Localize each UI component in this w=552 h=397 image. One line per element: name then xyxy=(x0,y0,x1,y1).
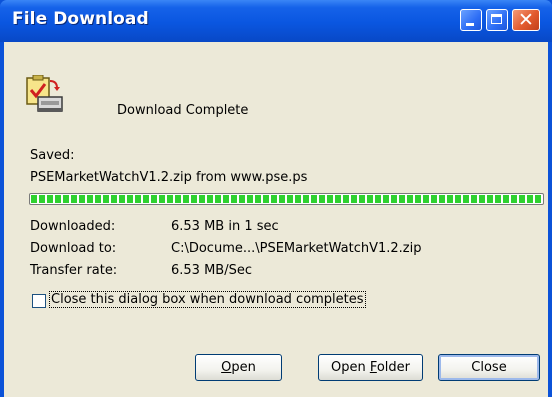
open-folder-label-rest: older xyxy=(376,360,411,375)
title-bar[interactable]: File Download ✕ xyxy=(0,0,552,42)
download-progress-bar xyxy=(29,193,544,205)
close-button[interactable]: Close xyxy=(438,354,540,381)
window-title: File Download xyxy=(12,9,149,29)
minimize-button[interactable] xyxy=(460,9,482,31)
open-folder-mnemonic: F xyxy=(369,360,377,375)
downloaded-value: 6.53 MB in 1 sec xyxy=(171,219,279,234)
open-folder-button[interactable]: Open Folder xyxy=(318,354,423,381)
download-status: Download Complete xyxy=(117,103,249,118)
download-complete-icon xyxy=(26,75,63,112)
saved-label: Saved: xyxy=(30,148,75,163)
close-icon: ✕ xyxy=(518,9,534,31)
saved-file-text: PSEMarketWatchV1.2.zip from www.pse.ps xyxy=(30,170,308,185)
open-folder-label-pre: Open xyxy=(330,360,370,375)
close-when-done-checkbox[interactable] xyxy=(32,294,46,308)
transfer-rate-label: Transfer rate: xyxy=(30,263,118,278)
dialog-body: Download Complete Saved: PSEMarketWatchV… xyxy=(4,42,548,397)
progress-fill xyxy=(31,195,542,203)
open-mnemonic: O xyxy=(221,360,232,375)
download-to-value: C:\Docume...\PSEMarketWatchV1.2.zip xyxy=(171,241,422,256)
open-button[interactable]: Open xyxy=(195,354,282,381)
close-when-done-label[interactable]: Close this dialog box when download comp… xyxy=(49,291,366,308)
transfer-rate-value: 6.53 MB/Sec xyxy=(171,263,252,278)
download-to-label: Download to: xyxy=(30,241,117,256)
file-download-window: File Download ✕ Download Complete Saved:… xyxy=(0,0,552,397)
maximize-button[interactable] xyxy=(486,9,508,31)
downloaded-label: Downloaded: xyxy=(30,219,116,234)
open-label-rest: pen xyxy=(231,360,256,375)
close-window-button[interactable]: ✕ xyxy=(512,9,540,31)
